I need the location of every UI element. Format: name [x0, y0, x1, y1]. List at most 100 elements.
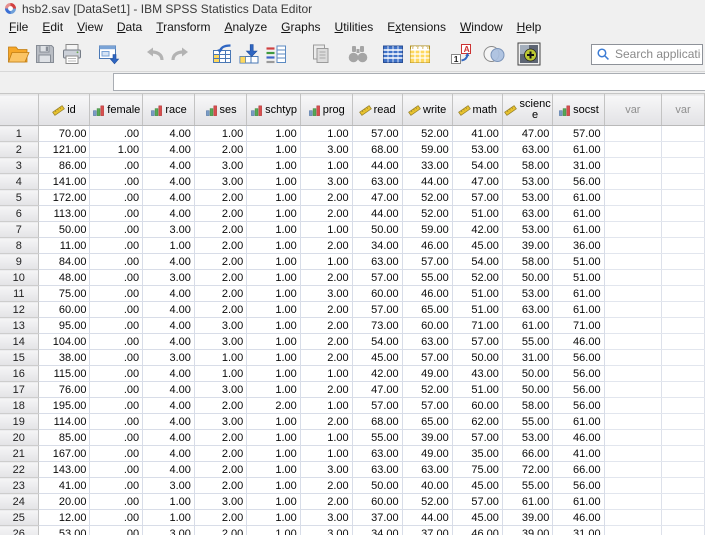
data-cell[interactable]: .00 — [90, 414, 143, 430]
empty-cell[interactable] — [604, 254, 662, 270]
menu-view[interactable]: View — [70, 17, 110, 37]
data-cell[interactable]: 49.00 — [402, 446, 452, 462]
data-cell[interactable]: 39.00 — [402, 430, 452, 446]
data-cell[interactable]: 66.00 — [553, 462, 604, 478]
variables-icon[interactable] — [262, 41, 289, 68]
data-cell[interactable]: 3.00 — [194, 382, 246, 398]
data-cell[interactable]: 4.00 — [143, 430, 195, 446]
data-cell[interactable]: 53.00 — [502, 430, 552, 446]
data-cell[interactable]: 57.00 — [402, 254, 452, 270]
data-cell[interactable]: 3.00 — [300, 526, 352, 535]
data-cell[interactable]: 2.00 — [300, 318, 352, 334]
data-cell[interactable]: 62.00 — [452, 414, 502, 430]
data-cell[interactable]: 3.00 — [300, 142, 352, 158]
data-cell[interactable]: .00 — [90, 334, 143, 350]
data-cell[interactable]: 2.00 — [194, 526, 246, 535]
row-number[interactable]: 25 — [0, 510, 38, 526]
data-cell[interactable]: 61.00 — [553, 190, 604, 206]
empty-cell[interactable] — [604, 526, 662, 535]
data-cell[interactable]: 4.00 — [143, 382, 195, 398]
data-cell[interactable]: 195.00 — [38, 398, 90, 414]
data-cell[interactable]: 1.00 — [90, 142, 143, 158]
data-cell[interactable]: 31.00 — [553, 526, 604, 535]
data-cell[interactable]: 39.00 — [502, 510, 552, 526]
data-cell[interactable]: 72.00 — [502, 462, 552, 478]
data-cell[interactable]: 47.00 — [352, 190, 402, 206]
data-cell[interactable]: 61.00 — [553, 222, 604, 238]
data-cell[interactable]: 47.00 — [352, 382, 402, 398]
data-cell[interactable]: 3.00 — [300, 286, 352, 302]
data-cell[interactable]: 71.00 — [553, 318, 604, 334]
data-cell[interactable]: 4.00 — [143, 446, 195, 462]
data-cell[interactable]: 2.00 — [300, 190, 352, 206]
data-cell[interactable]: 2.00 — [194, 302, 246, 318]
data-cell[interactable]: 46.00 — [553, 430, 604, 446]
data-cell[interactable]: 51.00 — [553, 254, 604, 270]
data-cell[interactable]: 57.00 — [402, 350, 452, 366]
row-number[interactable]: 13 — [0, 318, 38, 334]
column-header-id[interactable]: id — [38, 95, 90, 126]
data-cell[interactable]: 58.00 — [502, 158, 552, 174]
empty-cell[interactable] — [662, 254, 705, 270]
data-cell[interactable]: 2.00 — [194, 238, 246, 254]
data-cell[interactable]: 41.00 — [38, 478, 90, 494]
data-cell[interactable]: 4.00 — [143, 398, 195, 414]
data-cell[interactable]: 55.00 — [402, 270, 452, 286]
empty-cell[interactable] — [662, 366, 705, 382]
data-cell[interactable]: 47.00 — [502, 126, 552, 142]
menu-graphs[interactable]: Graphs — [274, 17, 327, 37]
data-cell[interactable]: 4.00 — [143, 318, 195, 334]
data-cell[interactable]: 2.00 — [194, 286, 246, 302]
insert-cases-icon[interactable] — [379, 41, 406, 68]
data-cell[interactable]: .00 — [90, 222, 143, 238]
data-cell[interactable]: 2.00 — [300, 238, 352, 254]
data-cell[interactable]: 61.00 — [502, 494, 552, 510]
data-cell[interactable]: 56.00 — [553, 382, 604, 398]
data-cell[interactable]: 4.00 — [143, 334, 195, 350]
empty-cell[interactable] — [604, 222, 662, 238]
data-cell[interactable]: 75.00 — [452, 462, 502, 478]
column-header-var[interactable]: var — [604, 95, 662, 126]
data-cell[interactable]: 4.00 — [143, 174, 195, 190]
data-cell[interactable]: .00 — [90, 286, 143, 302]
data-cell[interactable]: 1.00 — [247, 318, 301, 334]
row-number[interactable]: 9 — [0, 254, 38, 270]
empty-cell[interactable] — [604, 398, 662, 414]
empty-cell[interactable] — [604, 446, 662, 462]
data-cell[interactable]: 1.00 — [247, 222, 301, 238]
data-cell[interactable]: 1.00 — [194, 366, 246, 382]
data-cell[interactable]: 1.00 — [194, 350, 246, 366]
data-cell[interactable]: 50.00 — [502, 270, 552, 286]
empty-cell[interactable] — [662, 526, 705, 535]
data-cell[interactable]: 55.00 — [352, 430, 402, 446]
data-cell[interactable]: 2.00 — [194, 462, 246, 478]
data-cell[interactable]: 2.00 — [194, 190, 246, 206]
insert-variables-icon[interactable] — [406, 41, 433, 68]
data-cell[interactable]: 63.00 — [502, 302, 552, 318]
data-cell[interactable]: 2.00 — [194, 270, 246, 286]
empty-cell[interactable] — [662, 414, 705, 430]
menu-help[interactable]: Help — [510, 17, 549, 37]
data-cell[interactable]: 1.00 — [300, 254, 352, 270]
data-cell[interactable]: 2.00 — [300, 206, 352, 222]
empty-cell[interactable] — [604, 270, 662, 286]
data-cell[interactable]: 66.00 — [502, 446, 552, 462]
data-cell[interactable]: 1.00 — [247, 366, 301, 382]
data-cell[interactable]: 4.00 — [143, 366, 195, 382]
row-number[interactable]: 18 — [0, 398, 38, 414]
data-cell[interactable]: .00 — [90, 494, 143, 510]
menu-analyze[interactable]: Analyze — [217, 17, 274, 37]
data-cell[interactable]: 2.00 — [194, 510, 246, 526]
data-cell[interactable]: 1.00 — [300, 126, 352, 142]
data-cell[interactable]: 45.00 — [452, 478, 502, 494]
row-number[interactable]: 20 — [0, 430, 38, 446]
data-cell[interactable]: 63.00 — [352, 462, 402, 478]
row-number[interactable]: 16 — [0, 366, 38, 382]
data-cell[interactable]: .00 — [90, 318, 143, 334]
grid-corner-cell[interactable] — [0, 95, 38, 126]
column-header-write[interactable]: write — [402, 95, 452, 126]
row-number[interactable]: 2 — [0, 142, 38, 158]
data-cell[interactable]: .00 — [90, 366, 143, 382]
data-cell[interactable]: 51.00 — [452, 286, 502, 302]
data-cell[interactable]: 3.00 — [300, 462, 352, 478]
